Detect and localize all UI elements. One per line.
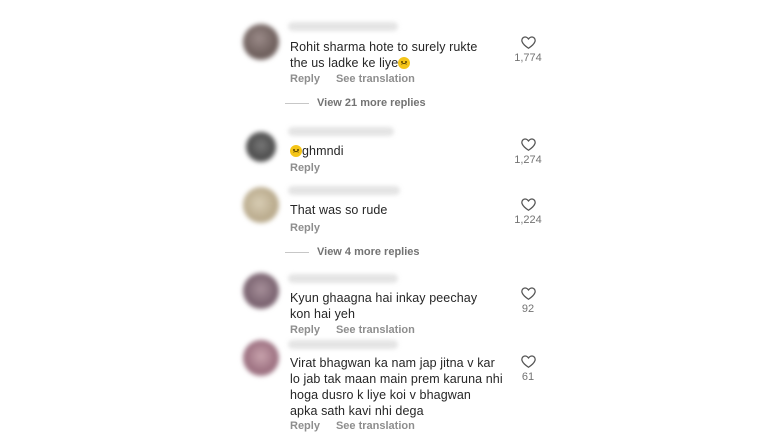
comment-actions: Reply [290, 222, 336, 234]
reply-button[interactable]: Reply [290, 420, 320, 432]
like-control: 1,774 [508, 35, 548, 64]
view-replies-label: View 4 more replies [317, 246, 420, 258]
like-control: 92 [508, 286, 548, 315]
comment-actions: Reply [290, 162, 336, 174]
reply-button[interactable]: Reply [290, 73, 320, 85]
heart-outline-icon[interactable] [520, 354, 536, 368]
avatar[interactable] [246, 132, 276, 162]
comment-text: That was so rude [290, 203, 388, 217]
like-control: 1,274 [508, 137, 548, 166]
like-count: 61 [521, 371, 535, 383]
comment-actions: Reply See translation [290, 73, 431, 85]
heart-outline-icon[interactable] [520, 197, 536, 211]
avatar[interactable] [243, 187, 279, 223]
see-translation-button[interactable]: See translation [336, 324, 415, 336]
username-blurred[interactable] [288, 340, 398, 349]
reply-button[interactable]: Reply [290, 324, 320, 336]
like-count: 92 [521, 303, 535, 315]
username-blurred[interactable] [288, 127, 394, 136]
reply-button[interactable]: Reply [290, 162, 320, 174]
view-replies-label: View 21 more replies [317, 97, 426, 109]
like-control: 1,224 [508, 197, 548, 226]
see-translation-button[interactable]: See translation [336, 420, 415, 432]
avatar[interactable] [243, 340, 279, 376]
comments-panel: Rohit sharma hote to surely rukte the us… [0, 0, 784, 441]
username-blurred[interactable] [288, 186, 400, 195]
replies-divider [285, 102, 309, 104]
heart-outline-icon[interactable] [520, 137, 536, 151]
like-control: 61 [508, 354, 548, 383]
view-replies-button[interactable]: View 21 more replies [285, 97, 426, 109]
comment-actions: Reply See translation [290, 420, 431, 432]
disappointed-face-emoji-icon [398, 57, 411, 69]
reply-button[interactable]: Reply [290, 222, 320, 234]
like-count: 1,774 [514, 52, 542, 64]
like-count: 1,224 [514, 214, 542, 226]
view-replies-button[interactable]: View 4 more replies [285, 246, 420, 258]
replies-divider [285, 251, 309, 253]
comment-text: Kyun ghaagna hai inkay peechay kon hai y… [290, 291, 478, 321]
comment-text: Virat bhagwan ka nam jap jitna v kar lo … [290, 356, 503, 418]
comment-actions: Reply See translation [290, 324, 431, 336]
comment-text: Rohit sharma hote to surely rukte the us… [290, 40, 478, 70]
comment-text: ghmndi [290, 143, 495, 159]
avatar[interactable] [243, 24, 279, 60]
avatar[interactable] [243, 273, 279, 309]
like-count: 1,274 [514, 154, 542, 166]
heart-outline-icon[interactable] [520, 35, 536, 49]
username-blurred[interactable] [288, 274, 398, 283]
heart-outline-icon[interactable] [520, 286, 536, 300]
username-blurred[interactable] [288, 22, 398, 31]
see-translation-button[interactable]: See translation [336, 73, 415, 85]
disappointed-face-emoji-icon [290, 145, 302, 157]
